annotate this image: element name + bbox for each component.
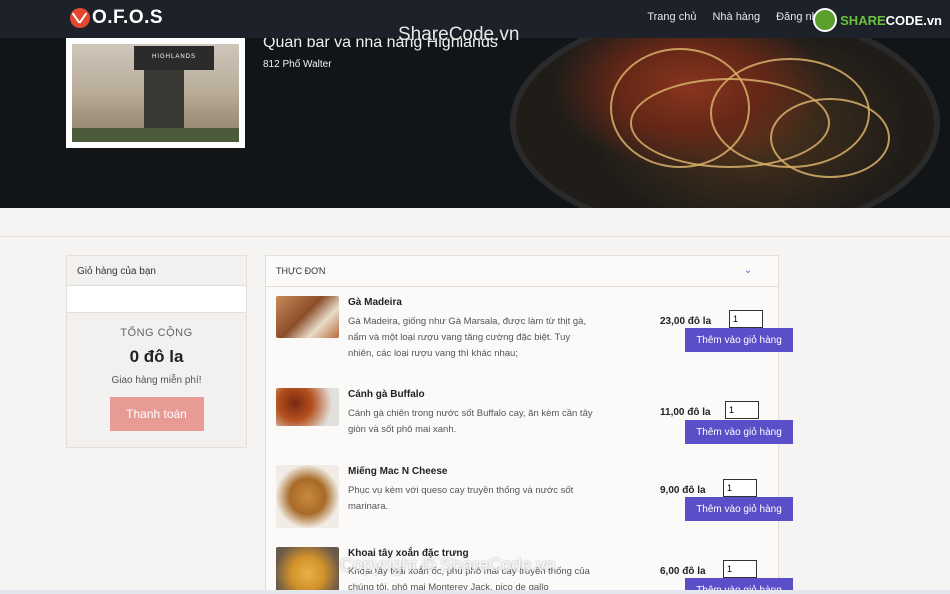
sharecode-badge: SHARECODE.vn: [813, 8, 942, 32]
menu-panel: THỰC ĐƠN ⌄ Gà Madeira Gà Madeira, giống …: [265, 255, 793, 594]
item-price: 9,00 đô la: [660, 485, 706, 496]
cart-header: Giỏ hàng của bạn: [67, 256, 246, 286]
item-description: Phục vụ kèm với queso cay truyền thống v…: [348, 485, 574, 512]
add-to-cart-button[interactable]: Thêm vào giỏ hàng: [685, 420, 793, 444]
restaurant-awning: HIGHLANDS: [134, 46, 214, 70]
restaurant-address: 812 Phố Walter: [263, 59, 332, 70]
add-to-cart-button[interactable]: Thêm vào giỏ hàng: [685, 497, 793, 521]
item-image: [276, 465, 339, 528]
restaurant-image: HIGHLANDS: [72, 44, 239, 142]
restaurant-sign: HIGHLANDS: [152, 54, 197, 60]
noodle-decoration: [610, 48, 750, 168]
quantity-input[interactable]: [723, 479, 757, 497]
cart-summary: TỔNG CỘNG 0 đô la Giao hàng miễn phí! Th…: [67, 313, 246, 431]
menu-header[interactable]: THỰC ĐƠN ⌄: [266, 256, 778, 287]
hero-banner: HIGHLANDS Quán bar và nhà hàng Highlands…: [0, 38, 950, 208]
noodle-decoration: [770, 98, 890, 178]
item-price: 6,00 đô la: [660, 566, 706, 577]
cart-items-list: [67, 286, 246, 313]
add-to-cart-button[interactable]: Thêm vào giỏ hàng: [685, 328, 793, 352]
restaurant-photo: HIGHLANDS: [66, 38, 245, 148]
item-image: [276, 388, 339, 426]
watermark: Copyright © ShareCode.vn: [340, 555, 556, 575]
checkout-button[interactable]: Thanh toán: [109, 397, 204, 431]
item-name: Miếng Mac N Cheese: [348, 466, 448, 477]
item-image: [276, 296, 339, 338]
total-amount: 0 đô la: [129, 347, 184, 366]
utensils-icon: [70, 8, 90, 28]
restaurant-hedge: [72, 128, 239, 142]
sharecode-logo-icon: [813, 8, 838, 32]
nav-link-restaurants[interactable]: Nhà hàng: [712, 11, 760, 23]
nav-links: Trang chủ Nhà hàng Đăng nhập: [647, 11, 830, 23]
chevron-down-icon[interactable]: ⌄: [744, 265, 752, 276]
item-description: Gà Madeira, giống như Gà Marsala, được l…: [348, 316, 587, 359]
bottom-bar: [0, 590, 950, 594]
nav-link-home[interactable]: Trang chủ: [647, 11, 696, 23]
quantity-input[interactable]: [725, 401, 759, 419]
cart-panel: Giỏ hàng của bạn TỔNG CỘNG 0 đô la Giao …: [66, 255, 247, 448]
shipping-note: Giao hàng miễn phí!: [111, 375, 202, 386]
quantity-input[interactable]: [723, 560, 757, 578]
divider: [0, 236, 950, 237]
watermark-top: ShareCode.vn: [398, 24, 520, 45]
item-price: 23,00 đô la: [660, 316, 712, 327]
item-price: 11,00 đô la: [660, 407, 711, 418]
item-name: Gà Madeira: [348, 297, 402, 308]
logo[interactable]: O.F.O.S: [70, 7, 163, 29]
item-description: Cánh gà chiên trong nước sốt Buffalo cay…: [348, 408, 593, 435]
total-label: TỔNG CỘNG: [120, 327, 193, 339]
item-image: [276, 547, 339, 594]
logo-text: O.F.O.S: [92, 7, 164, 28]
sharecode-badge-text: SHARECODE.vn: [840, 12, 942, 28]
quantity-input[interactable]: [729, 310, 763, 328]
menu-title: THỰC ĐƠN: [276, 266, 326, 276]
item-name: Cánh gà Buffalo: [348, 389, 425, 400]
restaurant-door: [144, 70, 184, 128]
